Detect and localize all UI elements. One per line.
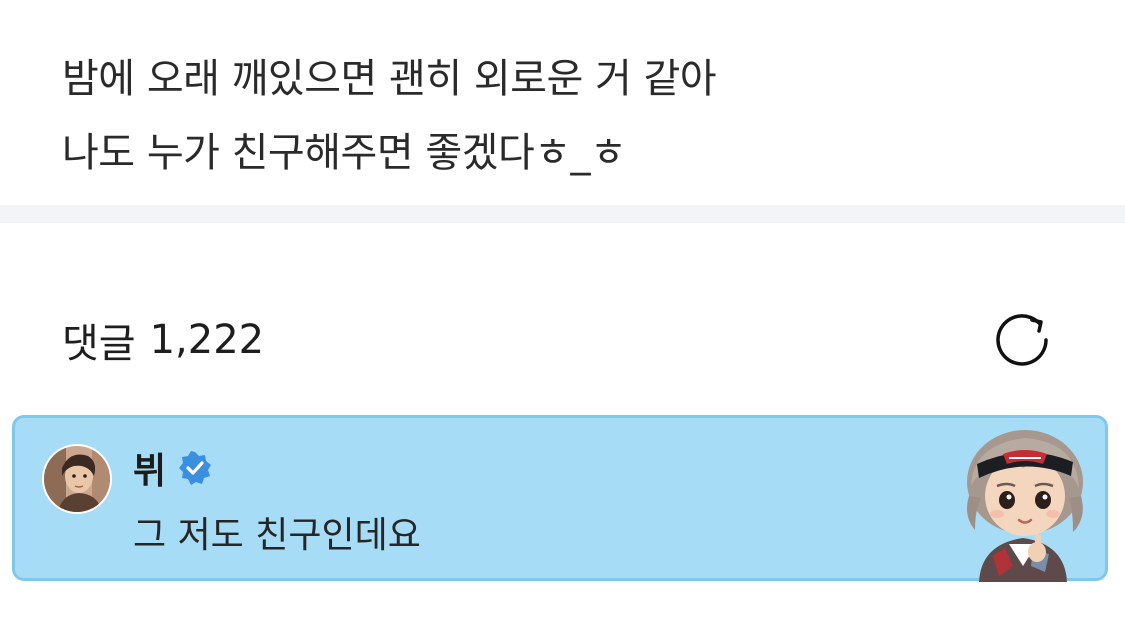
post-body: 밤에 오래 깨있으면 괜히 외로운 거 같아 나도 누가 친구해주면 좋겠다ㅎ_… [62, 42, 1062, 190]
author-row: 뷔 [133, 446, 212, 492]
character-sticker [953, 426, 1093, 582]
verified-badge-icon [179, 451, 212, 485]
highlighted-comment-card[interactable]: 뷔 그 저도 친구인데요 [12, 415, 1108, 582]
post-line-2: 나도 누가 친구해주면 좋겠다ㅎ_ㅎ [62, 130, 627, 176]
author-name[interactable]: 뷔 [133, 442, 166, 494]
comments-label: 댓글 [62, 321, 136, 367]
avatar-photo-icon [44, 446, 110, 512]
character-sticker-icon [967, 430, 1083, 582]
refresh-icon [996, 314, 1048, 366]
section-divider [0, 205, 1125, 223]
comments-count: 1,222 [149, 317, 265, 363]
comments-header: 댓글 1,222 [62, 310, 264, 370]
post-line-1: 밤에 오래 깨있으면 괜히 외로운 거 같아 [62, 56, 717, 102]
author-avatar[interactable] [44, 446, 110, 512]
refresh-button[interactable] [994, 310, 1052, 368]
comment-text: 그 저도 친구인데요 [133, 515, 421, 556]
